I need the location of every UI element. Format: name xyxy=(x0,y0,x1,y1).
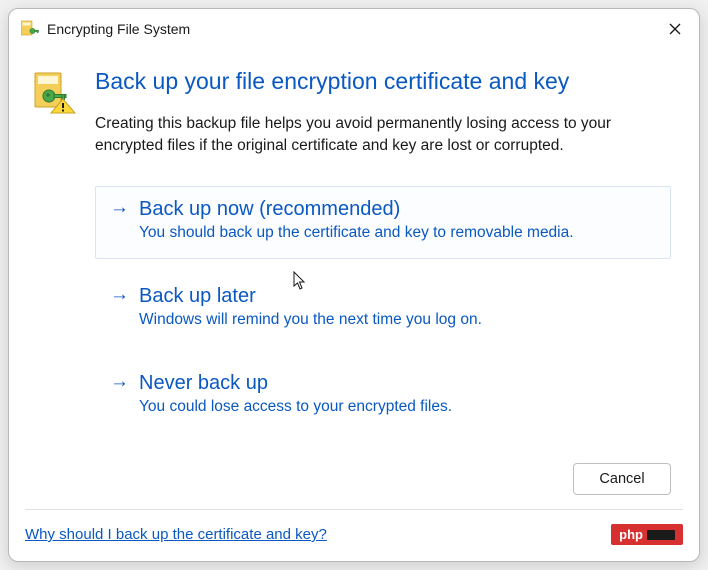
close-icon xyxy=(669,23,681,35)
arrow-icon: → xyxy=(110,371,129,394)
option-description: You could lose access to your encrypted … xyxy=(139,397,656,418)
main-key-warning-icon xyxy=(33,67,77,449)
why-backup-link[interactable]: Why should I back up the certificate and… xyxy=(25,526,327,543)
option-title: Never back up xyxy=(139,371,268,395)
option-backup-now[interactable]: → Back up now (recommended) You should b… xyxy=(95,186,671,259)
option-title: Back up later xyxy=(139,284,256,308)
button-bar: Cancel xyxy=(9,449,699,509)
php-badge: php xyxy=(611,524,683,545)
main-body: Back up your file encryption certificate… xyxy=(77,67,671,449)
option-description: You should back up the certificate and k… xyxy=(139,223,656,244)
dialog-description: Creating this backup file helps you avoi… xyxy=(95,113,671,158)
option-backup-later[interactable]: → Back up later Windows will remind you … xyxy=(95,273,671,346)
content-area: Back up your file encryption certificate… xyxy=(9,49,699,449)
arrow-icon: → xyxy=(110,197,129,220)
option-never-backup[interactable]: → Never back up You could lose access to… xyxy=(95,360,671,433)
cancel-button[interactable]: Cancel xyxy=(573,463,671,495)
titlebar: Encrypting File System xyxy=(9,9,699,49)
close-button[interactable] xyxy=(651,9,699,49)
footer: Why should I back up the certificate and… xyxy=(9,510,699,561)
titlebar-key-icon xyxy=(21,20,39,38)
arrow-icon: → xyxy=(110,284,129,307)
titlebar-title: Encrypting File System xyxy=(47,21,190,37)
efs-backup-dialog: Encrypting File System Back up you xyxy=(8,8,700,562)
option-description: Windows will remind you the next time yo… xyxy=(139,310,656,331)
dialog-heading: Back up your file encryption certificate… xyxy=(95,67,671,97)
option-title: Back up now (recommended) xyxy=(139,197,400,221)
